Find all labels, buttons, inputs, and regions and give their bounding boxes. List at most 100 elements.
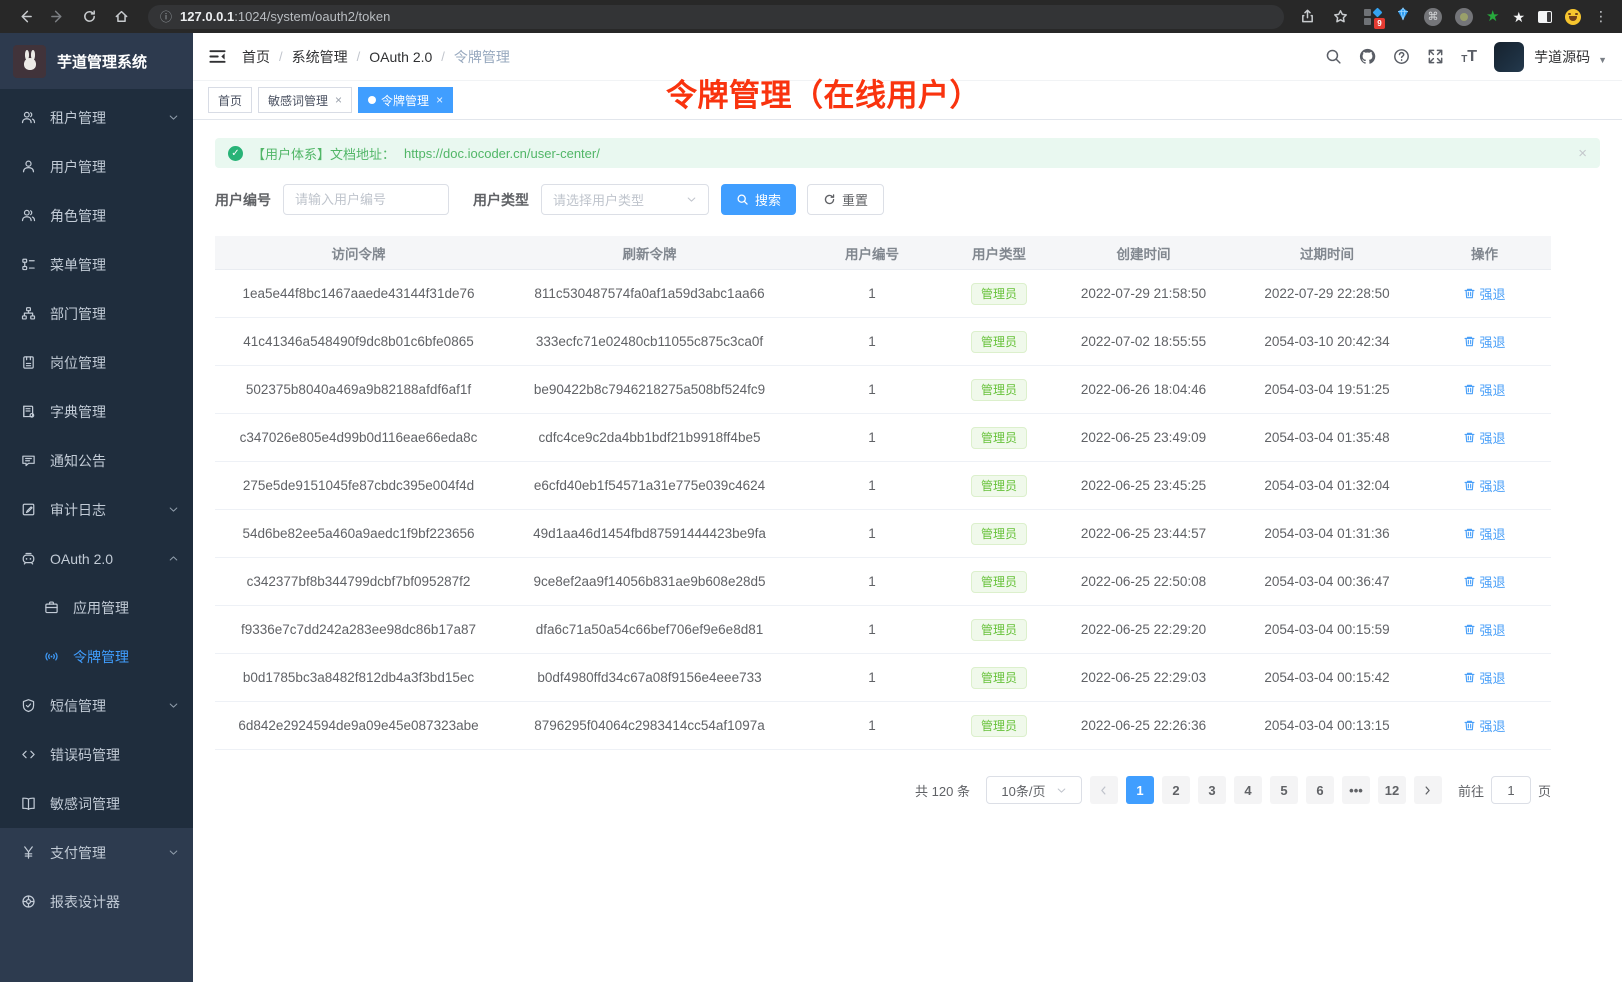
breadcrumb-item[interactable]: 首页 [242,47,270,67]
sidebar-item-notice[interactable]: 通知公告 [0,436,193,485]
more-pages-button[interactable]: ••• [1342,776,1370,804]
cell-expire-time: 2054-03-04 00:15:59 [1236,622,1418,637]
force-logout-button[interactable]: 强退 [1463,380,1505,399]
search-icon[interactable] [1325,48,1342,65]
share-icon[interactable] [1298,7,1318,27]
force-logout-button[interactable]: 强退 [1463,476,1505,495]
username[interactable]: 芋道源码 [1534,47,1590,67]
column-header: 刷新令牌 [502,243,797,263]
page-button-1[interactable]: 1 [1126,776,1154,804]
page-button-6[interactable]: 6 [1306,776,1334,804]
sidebar-item-oauth2-app[interactable]: 应用管理 [0,583,193,632]
user-type-tag: 管理员 [971,331,1027,353]
tab-close-icon[interactable]: × [335,93,342,107]
command-icon[interactable]: ⌘ [1424,8,1442,26]
avatar[interactable] [1494,42,1524,72]
gem-icon[interactable] [1395,6,1411,27]
page-button-2[interactable]: 2 [1162,776,1190,804]
force-logout-label: 强退 [1479,668,1505,687]
pinwheel-icon[interactable]: ★ [1512,10,1525,24]
force-logout-label: 强退 [1479,380,1505,399]
sidebar-item-label: OAuth 2.0 [50,551,168,567]
emoji-icon[interactable] [1565,9,1581,25]
breadcrumb-item[interactable]: 系统管理 [292,47,348,67]
sidebar-item-label: 租户管理 [50,108,168,128]
breadcrumb-item[interactable]: OAuth 2.0 [369,49,432,65]
page-size-value: 10条/页 [1001,781,1045,800]
force-logout-button[interactable]: 强退 [1463,428,1505,447]
force-logout-button[interactable]: 强退 [1463,524,1505,543]
force-logout-button[interactable]: 强退 [1463,572,1505,591]
sidebar-item-sms[interactable]: 短信管理 [0,681,193,730]
site-info-icon[interactable]: ⓘ [160,8,172,25]
user-type-select[interactable]: 请选择用户类型 [541,184,709,215]
sidebar-item-menu[interactable]: 菜单管理 [0,240,193,289]
sidebar-item-sensitive-word[interactable]: 敏感词管理 [0,779,193,828]
sidebar-item-dict[interactable]: 字典管理 [0,387,193,436]
force-logout-button[interactable]: 强退 [1463,716,1505,735]
page-button-5[interactable]: 5 [1270,776,1298,804]
sidebar-item-dept[interactable]: 部门管理 [0,289,193,338]
cell-user-type: 管理员 [947,619,1051,641]
home-icon[interactable] [108,4,134,30]
forward-icon[interactable] [44,4,70,30]
trash-icon [1463,575,1476,588]
page-button-4[interactable]: 4 [1234,776,1262,804]
cell-user-type: 管理员 [947,523,1051,545]
alert-doc-link[interactable]: https://doc.iocoder.cn/user-center/ [404,146,600,161]
cell-create-time: 2022-06-25 22:26:36 [1051,718,1236,733]
sidebar-item-error-code[interactable]: 错误码管理 [0,730,193,779]
app-icon [44,600,61,615]
user-id-input[interactable] [283,184,449,215]
force-logout-button[interactable]: 强退 [1463,284,1505,303]
reload-icon[interactable] [76,4,102,30]
page-size-select[interactable]: 10条/页 [986,776,1082,804]
url-host: 127.0.0.1 [180,9,234,24]
cell-actions: 强退 [1418,476,1551,495]
sidebar-item-user[interactable]: 用户管理 [0,142,193,191]
help-icon[interactable] [1393,48,1410,65]
cell-create-time: 2022-06-25 23:44:57 [1051,526,1236,541]
sidebar-item-role[interactable]: 角色管理 [0,191,193,240]
page-button-12[interactable]: 12 [1378,776,1406,804]
menu-dots-icon[interactable]: ⋮ [1594,8,1608,25]
user-type-tag: 管理员 [971,427,1027,449]
sidebar-item-oauth2-token[interactable]: 令牌管理 [0,632,193,681]
search-button[interactable]: 搜索 [721,184,796,215]
caret-down-icon[interactable]: ▼ [1598,55,1607,65]
sidebar-item-label: 菜单管理 [50,255,179,275]
star-icon[interactable] [1331,7,1351,27]
font-size-icon[interactable]: TT [1461,49,1477,65]
alert-close-icon[interactable]: × [1578,145,1587,162]
reset-button[interactable]: 重置 [807,184,884,215]
menu-fold-icon[interactable] [208,47,227,66]
green-star-icon[interactable]: ★ [1486,9,1499,24]
force-logout-button[interactable]: 强退 [1463,620,1505,639]
page-button-3[interactable]: 3 [1198,776,1226,804]
tab-令牌管理[interactable]: 令牌管理× [358,87,453,113]
force-logout-button[interactable]: 强退 [1463,668,1505,687]
tab-首页[interactable]: 首页 [208,87,252,113]
sidebar-item-report[interactable]: 报表设计器 [0,877,193,926]
tab-敏感词管理[interactable]: 敏感词管理× [258,87,352,113]
url-bar[interactable]: ⓘ 127.0.0.1:1024/system/oauth2/token [148,5,1284,29]
prev-page-button[interactable] [1090,776,1118,804]
fullscreen-icon[interactable] [1427,48,1444,65]
sidebar-item-post[interactable]: 岗位管理 [0,338,193,387]
sidebar-item-tenant[interactable]: 租户管理 [0,93,193,142]
back-icon[interactable] [12,4,38,30]
next-page-button[interactable] [1414,776,1442,804]
side-panel-icon[interactable] [1538,11,1552,23]
doc-alert: ✓ 【用户体系】文档地址： https://doc.iocoder.cn/use… [215,138,1600,168]
force-logout-button[interactable]: 强退 [1463,332,1505,351]
sidebar-item-audit[interactable]: 审计日志 [0,485,193,534]
sidebar-logo[interactable]: 芋道管理系统 [0,33,193,89]
tab-close-icon[interactable]: × [436,93,443,107]
chevron-down-icon [168,700,179,711]
record-icon[interactable] [1455,8,1473,26]
github-icon[interactable] [1359,48,1376,65]
extensions-cluster-icon[interactable]: 9 [1364,8,1382,26]
sidebar-item-pay[interactable]: 支付管理 [0,828,193,877]
sidebar-item-oauth2[interactable]: OAuth 2.0 [0,534,193,583]
goto-page-input[interactable] [1491,776,1531,804]
